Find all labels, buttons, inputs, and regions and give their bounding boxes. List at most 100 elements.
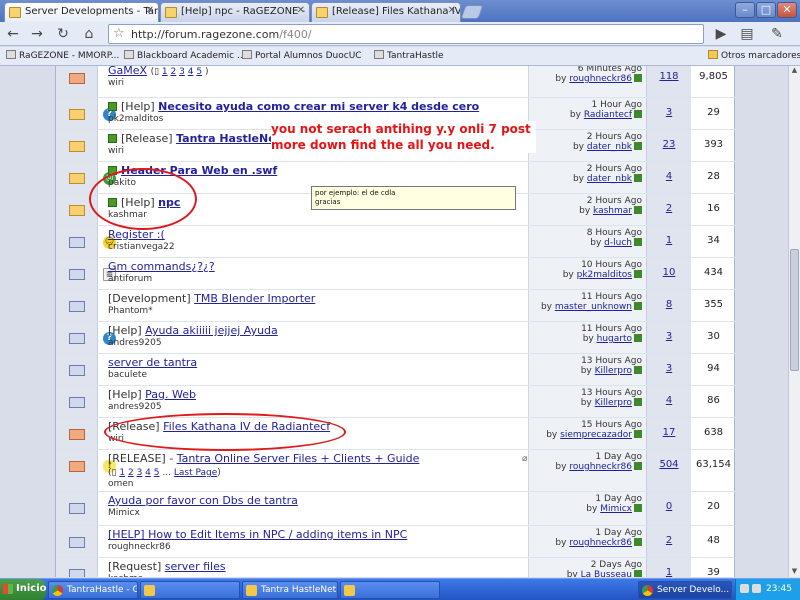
last-post-user-link[interactable]: siempreсazador [560, 430, 632, 440]
volume-icon[interactable] [752, 584, 761, 593]
replies-link[interactable]: 1 [666, 235, 672, 246]
start-button[interactable]: Inicio [0, 579, 47, 600]
thread-title-link[interactable]: Register :( [108, 228, 165, 241]
thread-title-link[interactable]: server files [165, 560, 226, 573]
thread-title-link[interactable]: Necesito ayuda como crear mi server k4 d… [158, 100, 479, 113]
replies-link[interactable]: 3 [666, 363, 672, 374]
page-link[interactable]: 3 [137, 468, 143, 478]
thread-title-link[interactable]: Pag. Web [145, 388, 196, 401]
page-link[interactable]: 3 [179, 67, 185, 77]
thread-title-link[interactable]: [HELP] How to Edit Items in NPC / adding… [108, 528, 407, 541]
page-link[interactable]: 1 [119, 468, 125, 478]
thread-title-link[interactable]: GaMeX [108, 66, 147, 77]
thread-author[interactable]: roughneckr86 [108, 542, 528, 552]
page-link[interactable]: 4 [188, 67, 194, 77]
thread-author[interactable]: wiri [108, 78, 528, 88]
thread-title-link[interactable]: Gm commands¿?¿? [108, 260, 215, 273]
replies-link[interactable]: 504 [659, 459, 678, 470]
other-bookmarks-folder[interactable]: Otros marcadores [708, 50, 800, 61]
thread-title-link[interactable]: TMB Blender Importer [194, 292, 315, 305]
thread-author[interactable]: omen [108, 479, 528, 489]
go-to-last-post-icon[interactable] [634, 430, 642, 438]
last-post-user-link[interactable]: dater_nbk [587, 174, 632, 184]
page-link[interactable]: 2 [128, 468, 134, 478]
wrench-icon[interactable]: ✎ [768, 25, 786, 43]
new-tab-button[interactable] [460, 5, 484, 19]
thread-title-link[interactable]: server de tantra [108, 356, 197, 369]
task-blank-2[interactable] [340, 581, 440, 599]
last-post-user-link[interactable]: hugarto [597, 334, 632, 344]
go-to-last-post-icon[interactable] [634, 334, 642, 342]
bookmark-star-icon[interactable]: ☆ [113, 26, 125, 41]
page-link[interactable]: 4 [145, 468, 151, 478]
address-bar[interactable]: ☆ http://forum.ragezone.com/f400/ [108, 24, 704, 44]
forward-arrow-icon[interactable]: → [28, 25, 46, 43]
replies-link[interactable]: 4 [666, 395, 672, 406]
page-menu-icon[interactable]: ▤ [738, 25, 756, 43]
last-post-user-link[interactable]: d-luch [604, 238, 632, 248]
replies-link[interactable]: 2 [666, 203, 672, 214]
replies-link[interactable]: 0 [666, 501, 672, 512]
thread-author[interactable]: antiforum [108, 274, 528, 284]
go-to-last-post-icon[interactable] [634, 570, 642, 577]
bookmark-portal-alumnos[interactable]: Portal Alumnos DuocUC [242, 50, 362, 61]
maximize-button[interactable]: □ [756, 2, 776, 18]
last-post-user-link[interactable]: roughneckr86 [569, 74, 632, 84]
minimize-button[interactable]: – [735, 2, 755, 18]
tab-close-icon[interactable]: ✕ [146, 5, 154, 16]
go-to-last-post-icon[interactable] [634, 538, 642, 546]
thread-author[interactable]: cristianvega22 [108, 242, 528, 252]
go-to-last-post-icon[interactable] [634, 366, 642, 374]
thread-author[interactable]: andres9205 [108, 402, 528, 412]
go-to-last-post-icon[interactable] [634, 504, 642, 512]
last-page-link[interactable]: Last Page [174, 468, 217, 478]
last-post-user-link[interactable]: pk2malditos [577, 270, 632, 280]
go-to-last-post-icon[interactable] [634, 110, 642, 118]
thread-author[interactable]: kashma [108, 574, 528, 577]
task-server-develo[interactable]: Server Develo... [638, 581, 732, 599]
bookmark-tantrahastle[interactable]: TantraHastle [374, 50, 444, 61]
home-icon[interactable]: ⌂ [80, 25, 98, 43]
page-link[interactable]: 5 [196, 67, 202, 77]
task-blank-1[interactable] [140, 581, 240, 599]
go-to-last-post-icon[interactable] [634, 302, 642, 310]
task-tantra-hastlenet[interactable]: Tantra HastleNet... [242, 581, 338, 599]
thread-title-link[interactable]: Ayuda por favor con Dbs de tantra [108, 494, 298, 507]
thread-title-link[interactable]: Ayuda akiiiii jejjej Ayuda [145, 324, 278, 337]
vertical-scrollbar[interactable]: ▲ ▼ [788, 66, 800, 577]
go-to-last-post-icon[interactable] [634, 74, 642, 82]
last-post-user-link[interactable]: kashmar [593, 206, 632, 216]
scroll-up-arrow-icon[interactable]: ▲ [789, 66, 800, 76]
go-to-last-post-icon[interactable] [634, 174, 642, 182]
replies-link[interactable]: 8 [666, 299, 672, 310]
thread-author[interactable]: andres9205 [108, 338, 528, 348]
go-to-last-post-icon[interactable] [634, 462, 642, 470]
url-text[interactable]: http://forum.ragezone.com/f400/ [131, 28, 312, 41]
back-arrow-icon[interactable]: ← [4, 25, 22, 43]
thread-author[interactable]: Phantom* [108, 306, 528, 316]
last-post-user-link[interactable]: Radiantecf [584, 110, 632, 120]
go-to-last-post-icon[interactable] [634, 270, 642, 278]
reload-icon[interactable]: ↻ [54, 25, 72, 43]
replies-link[interactable]: 3 [666, 107, 672, 118]
scrollbar-thumb[interactable] [790, 249, 799, 371]
task-tantrahastle[interactable]: TantraHastle - G... [48, 581, 138, 599]
thread-title-link[interactable]: Tantra Online Server Files + Clients + G… [177, 452, 420, 465]
last-post-user-link[interactable]: master_unknown [555, 302, 632, 312]
replies-link[interactable]: 3 [666, 331, 672, 342]
tab-help-npc[interactable]: [Help] npc - RaGEZONE - M... ✕ [160, 2, 310, 22]
go-to-last-post-icon[interactable] [634, 238, 642, 246]
close-window-button[interactable]: ✕ [777, 2, 797, 18]
replies-link[interactable]: 17 [663, 427, 676, 438]
go-to-last-post-icon[interactable] [634, 206, 642, 214]
thread-author[interactable]: baculete [108, 370, 528, 380]
network-icon[interactable] [740, 584, 749, 593]
page-link[interactable]: 1 [162, 67, 168, 77]
bookmark-ragezone[interactable]: RaGEZONE - MMORP... [6, 50, 119, 61]
scroll-down-arrow-icon[interactable]: ▼ [789, 567, 800, 577]
last-post-user-link[interactable]: Mimicx [600, 504, 632, 514]
go-to-last-post-icon[interactable] [634, 398, 642, 406]
last-post-user-link[interactable]: dater_nbk [587, 142, 632, 152]
last-post-user-link[interactable]: Killerpro [595, 398, 632, 408]
go-arrow-icon[interactable]: ▶ [712, 25, 730, 43]
